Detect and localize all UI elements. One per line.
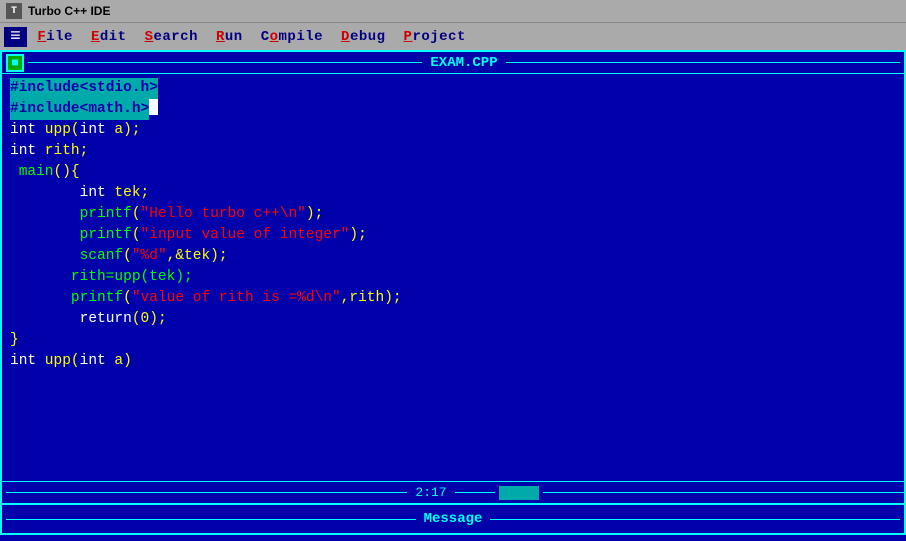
code-text: ,&tek); — [167, 246, 228, 267]
message-label: Message — [416, 511, 491, 527]
status-bar: 2:17 — [2, 481, 904, 503]
status-line-end — [543, 492, 904, 493]
code-paren: ); — [306, 204, 323, 225]
message-bar: Message — [0, 505, 906, 535]
code-line-2: #include<math.h> — [10, 99, 896, 120]
code-func: main — [19, 162, 54, 183]
code-text: rith; — [36, 141, 88, 162]
code-line-1: #include<stdio.h> — [10, 78, 896, 99]
code-line-8: printf("input value of integer"); — [10, 225, 896, 246]
code-keyword: int — [10, 141, 36, 162]
code-text: (0); — [132, 309, 167, 330]
code-indent — [10, 246, 80, 267]
code-indent — [10, 204, 80, 225]
code-line-14: int upp(int a) — [10, 351, 896, 372]
code-string: "value of rith is =%d\n" — [132, 288, 341, 309]
menu-debug[interactable]: Debug — [333, 27, 394, 47]
menu-edit[interactable]: Edit — [83, 27, 135, 47]
code-text — [10, 162, 19, 183]
code-text: #include<stdio.h> — [10, 78, 158, 99]
code-func: printf — [80, 204, 132, 225]
code-paren: ( — [132, 204, 141, 225]
menu-project[interactable]: Project — [396, 27, 474, 47]
code-line-4: int rith; — [10, 141, 896, 162]
code-indent — [10, 267, 71, 288]
code-text: (){ — [54, 162, 80, 183]
code-string: "input value of integer" — [141, 225, 350, 246]
menu-compile[interactable]: Compile — [253, 27, 331, 47]
code-text: upp( — [36, 120, 80, 141]
status-line-left — [6, 492, 367, 493]
code-line-12: return(0); — [10, 309, 896, 330]
code-line-3: int upp(int a); — [10, 120, 896, 141]
message-line-right — [490, 519, 900, 520]
code-paren: ( — [123, 288, 132, 309]
code-line-11: printf("value of rith is =%d\n",rith); — [10, 288, 896, 309]
code-text: rith=upp(tek); — [71, 267, 193, 288]
code-line-7: printf("Hello turbo c++\n"); — [10, 204, 896, 225]
scrollbar-thumb[interactable] — [499, 486, 539, 500]
code-text: a) — [106, 351, 132, 372]
code-paren: ( — [123, 246, 132, 267]
code-text: #include<math.h> — [10, 99, 149, 120]
code-text: tek; — [106, 183, 150, 204]
cursor-position: 2:17 — [407, 485, 454, 500]
code-keyword: int — [10, 351, 36, 372]
code-paren: ); — [349, 225, 366, 246]
code-line-10: rith=upp(tek); — [10, 267, 896, 288]
code-paren: ( — [132, 225, 141, 246]
code-text: upp( — [36, 351, 80, 372]
code-line-6: int tek; — [10, 183, 896, 204]
code-keyword: return — [80, 309, 132, 330]
code-func: printf — [71, 288, 123, 309]
code-text: a); — [106, 120, 141, 141]
menu-bar: ≡ File Edit Search Run Compile Debug Pro… — [0, 22, 906, 50]
editor-title-line-right — [506, 62, 900, 63]
menu-run[interactable]: Run — [208, 27, 251, 47]
code-keyword: int — [80, 183, 106, 204]
code-text: } — [10, 330, 19, 351]
code-string: "Hello turbo c++\n" — [141, 204, 306, 225]
code-area[interactable]: #include<stdio.h> #include<math.h> int u… — [2, 74, 904, 465]
menu-file[interactable]: File — [29, 27, 81, 47]
code-string: "%d" — [132, 246, 167, 267]
hamburger-menu[interactable]: ≡ — [4, 27, 27, 47]
cursor — [149, 99, 158, 115]
status-line-segment — [367, 492, 407, 493]
code-line-9: scanf("%d",&tek); — [10, 246, 896, 267]
code-indent — [10, 225, 80, 246]
code-keyword: int — [80, 120, 106, 141]
code-keyword: int — [10, 120, 36, 141]
code-keyword: int — [80, 351, 106, 372]
code-indent — [10, 288, 71, 309]
app-title: Turbo C++ IDE — [28, 4, 110, 18]
editor-filename: EXAM.CPP — [422, 55, 505, 71]
status-line-segment2 — [455, 492, 495, 493]
code-indent — [10, 309, 80, 330]
editor-close-button[interactable]: ■ — [6, 54, 24, 72]
code-line-13: } — [10, 330, 896, 351]
editor-container: ■ EXAM.CPP #include<stdio.h> #include<ma… — [0, 50, 906, 505]
code-text: ,rith); — [341, 288, 402, 309]
app-icon: T — [6, 3, 22, 19]
editor-title-line-left — [28, 62, 422, 63]
editor-title-bar: ■ EXAM.CPP — [2, 52, 904, 74]
code-func: scanf — [80, 246, 124, 267]
title-bar: T Turbo C++ IDE — [0, 0, 906, 22]
code-line-5: main(){ — [10, 162, 896, 183]
message-line-left — [6, 519, 416, 520]
code-indent — [10, 183, 80, 204]
code-func: printf — [80, 225, 132, 246]
menu-search[interactable]: Search — [137, 27, 206, 47]
